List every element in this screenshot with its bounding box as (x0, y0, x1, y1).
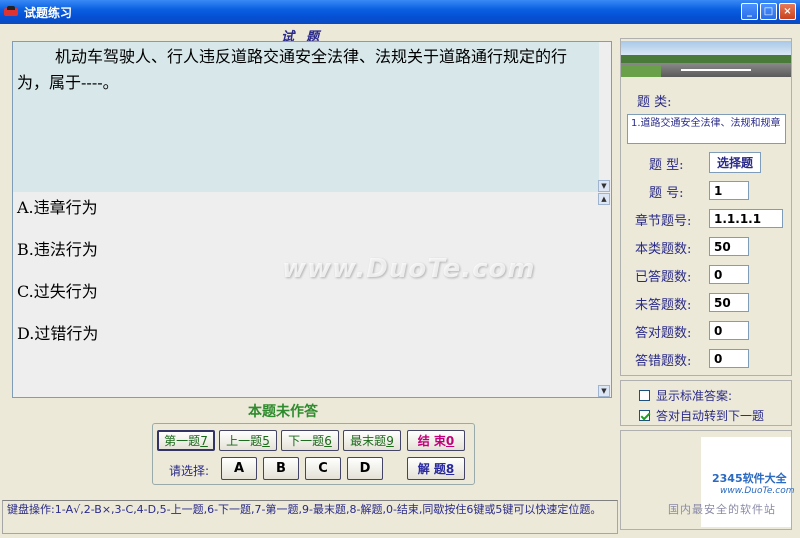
options-scroll-up-icon[interactable]: ▲ (598, 193, 610, 205)
explain-key: 8 (445, 461, 455, 476)
number-label: 题 号: (649, 186, 684, 201)
option-c[interactable]: C.过失行为 (17, 278, 98, 302)
question-stem-area: 机动车驾驶人、行人违反道路交通安全法律、法规关于道路通行规定的行为，属于----… (13, 42, 599, 192)
prev-question-button[interactable]: 上一题 5 (219, 430, 277, 451)
auto-next-checkbox[interactable]: 答对自动转到下一题 (639, 407, 764, 424)
show-answer-label: 显示标准答案: (656, 389, 733, 403)
wrong-value: 0 (709, 349, 749, 368)
question-text: 机动车驾驶人、行人违反道路交通安全法律、法规关于道路通行规定的行为，属于----… (17, 47, 568, 92)
next-key: 6 (324, 433, 332, 448)
category-value: 1.道路交通安全法律、法规和规章 (627, 114, 786, 144)
chapter-value: 1.1.1.1 (709, 209, 783, 228)
total-value: 50 (709, 237, 749, 256)
answer-a-button[interactable]: A (221, 457, 257, 480)
road-scene-image (621, 41, 791, 77)
total-label: 本类题数: (635, 242, 692, 257)
window-title: 试题练习 (24, 5, 73, 20)
explain-button[interactable]: 解 题8 (407, 457, 465, 480)
type-label: 题 型: (649, 158, 684, 173)
option-d[interactable]: D.过错行为 (17, 320, 98, 344)
answered-value: 0 (709, 265, 749, 284)
type-value: 选择题 (709, 152, 761, 173)
close-button[interactable]: × (779, 3, 796, 20)
minimize-button[interactable]: _ (741, 3, 758, 20)
answer-b-button[interactable]: B (263, 457, 299, 480)
correct-label: 答对题数: (635, 326, 692, 341)
chapter-label: 章节题号: (635, 214, 692, 229)
options-panel: 显示标准答案: 答对自动转到下一题 (620, 380, 792, 426)
first-key: 7 (200, 433, 208, 448)
option-a[interactable]: A.违章行为 (17, 194, 98, 218)
last-question-button[interactable]: 最末题 9 (343, 430, 401, 451)
title-bar: 试题练习 _ □ × (0, 0, 800, 24)
answered-label: 已答题数: (635, 270, 692, 285)
answer-status: 本题未作答 (248, 404, 318, 420)
explain-label: 解 题 (417, 462, 446, 476)
info-panel: 题 类: 1.道路交通安全法律、法规和规章 题 型: 选择题 题 号: 1 章节… (620, 38, 792, 376)
unanswered-label: 未答题数: (635, 298, 692, 313)
brand-slogan: 国内最安全的软件站 (668, 503, 776, 516)
show-answer-check-icon[interactable] (639, 390, 650, 401)
choose-label: 请选择: (169, 464, 210, 478)
show-answer-checkbox[interactable]: 显示标准答案: (639, 387, 732, 404)
last-label: 最末题 (350, 434, 387, 448)
stem-scroll-down-icon[interactable]: ▼ (598, 180, 610, 192)
maximize-button[interactable]: □ (760, 3, 777, 20)
first-label: 第一题 (164, 434, 201, 448)
watermark: www.DuoTe.com (282, 254, 536, 284)
brand-logo: 2345软件大全 (712, 472, 787, 485)
options-scroll-down-icon[interactable]: ▼ (598, 385, 610, 397)
option-b[interactable]: B.违法行为 (17, 236, 98, 260)
last-key: 9 (386, 433, 394, 448)
brand-url: www.DuoTe.com (720, 486, 795, 496)
keyboard-help: 键盘操作:1-A√,2-B×,3-C,4-D,5-上一题,6-下一题,7-第一题… (2, 500, 618, 534)
correct-value: 0 (709, 321, 749, 340)
answer-d-button[interactable]: D (347, 457, 383, 480)
car-icon (4, 6, 18, 18)
wrong-label: 答错题数: (635, 354, 692, 369)
auto-next-check-icon[interactable] (639, 410, 650, 421)
next-label: 下一题 (288, 434, 325, 448)
end-key: 0 (445, 433, 455, 448)
prev-key: 5 (262, 433, 270, 448)
category-label: 题 类: (637, 95, 672, 110)
answer-c-button[interactable]: C (305, 457, 341, 480)
auto-next-label: 答对自动转到下一题 (656, 409, 765, 423)
end-button[interactable]: 结 束0 (407, 430, 465, 451)
number-value: 1 (709, 181, 749, 200)
navigation-group: 第一题 7 上一题 5 下一题 6 最末题 9 结 束0 请选择: A B C D 解 … (152, 423, 475, 485)
question-panel: 机动车驾驶人、行人违反道路交通安全法律、法规关于道路通行规定的行为，属于----… (12, 41, 612, 398)
prev-label: 上一题 (226, 434, 263, 448)
first-question-button[interactable]: 第一题 7 (157, 430, 215, 451)
next-question-button[interactable]: 下一题 6 (281, 430, 339, 451)
end-label: 结 束 (417, 434, 446, 448)
unanswered-value: 50 (709, 293, 749, 312)
